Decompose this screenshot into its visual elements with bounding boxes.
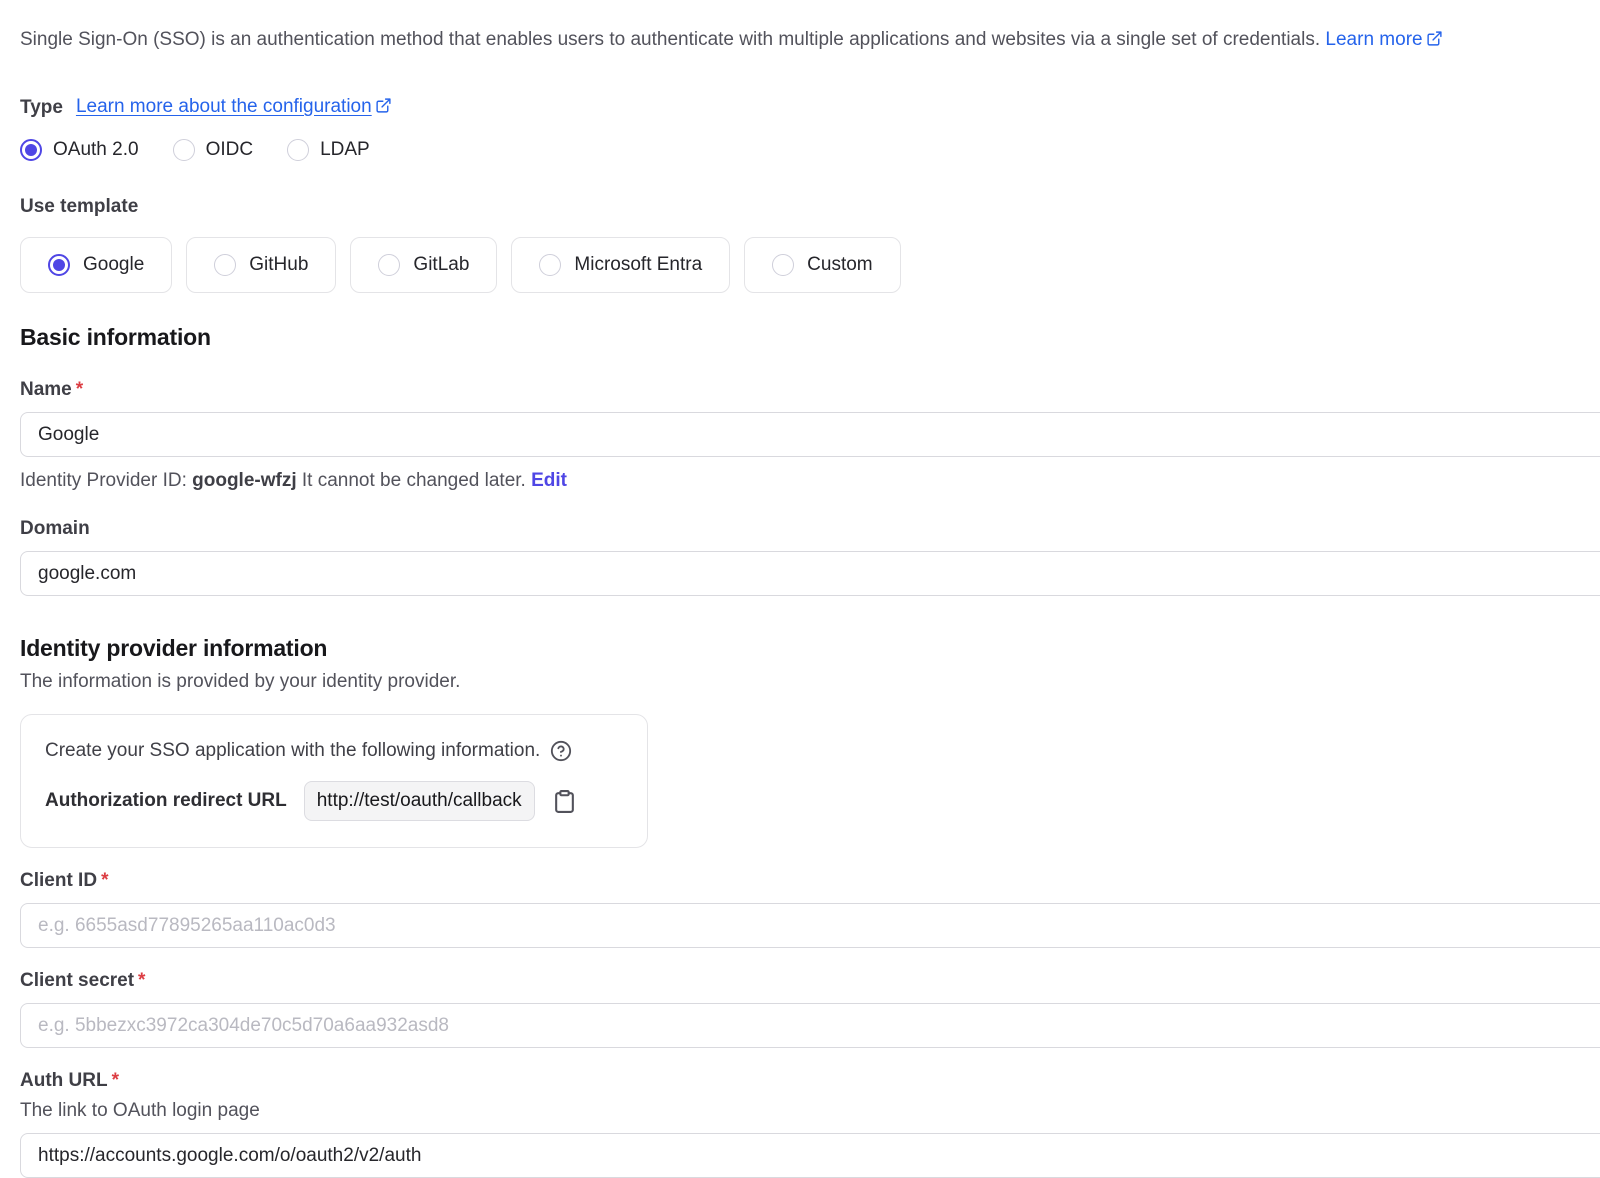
basic-information-heading: Basic information — [20, 324, 1600, 351]
provider-id-value: google-wfzj — [192, 470, 296, 491]
template-card-label: Custom — [807, 254, 872, 276]
domain-field-label: Domain — [20, 518, 1600, 540]
callout-instruction-row: Create your SSO application with the fol… — [45, 740, 623, 762]
client-id-input[interactable] — [20, 903, 1600, 948]
auth-url-label-text: Auth URL — [20, 1070, 108, 1091]
redirect-url-label: Authorization redirect URL — [45, 790, 287, 812]
template-card-gitlab[interactable]: GitLab — [350, 237, 497, 293]
edit-provider-id-link[interactable]: Edit — [531, 470, 567, 491]
sso-description-text: Single Sign-On (SSO) is an authenticatio… — [20, 29, 1320, 50]
client-secret-field-label: Client secret* — [20, 970, 1600, 992]
help-icon[interactable] — [550, 740, 572, 762]
learn-more-label: Learn more — [1325, 29, 1422, 50]
redirect-url-value: http://test/oauth/callback — [304, 781, 535, 821]
radio-selected-icon — [48, 254, 70, 276]
name-input[interactable] — [20, 412, 1600, 457]
radio-option-ldap[interactable]: LDAP — [287, 139, 370, 161]
domain-input[interactable] — [20, 551, 1600, 596]
radio-label: LDAP — [320, 139, 370, 161]
radio-label: OIDC — [206, 139, 254, 161]
name-label-text: Name — [20, 379, 72, 400]
name-field-label: Name* — [20, 379, 1600, 401]
template-card-custom[interactable]: Custom — [744, 237, 900, 293]
external-link-icon — [1426, 28, 1443, 55]
clipboard-icon — [552, 802, 577, 817]
provider-id-note: Identity Provider ID: google-wfzj It can… — [20, 470, 1600, 492]
radio-option-oauth2[interactable]: OAuth 2.0 — [20, 139, 139, 161]
idp-information-heading: Identity provider information — [20, 635, 1600, 662]
radio-option-oidc[interactable]: OIDC — [173, 139, 254, 161]
client-id-label-text: Client ID — [20, 870, 97, 891]
auth-url-input[interactable] — [20, 1133, 1600, 1178]
radio-unselected-icon — [173, 139, 195, 161]
type-radio-group: OAuth 2.0 OIDC LDAP — [20, 139, 1600, 161]
required-asterisk: * — [101, 870, 108, 891]
callout-instruction-text: Create your SSO application with the fol… — [45, 740, 540, 762]
configuration-docs-label: Learn more about the configuration — [76, 96, 372, 117]
external-link-icon — [375, 97, 392, 120]
client-secret-input[interactable] — [20, 1003, 1600, 1048]
type-label: Type — [20, 97, 63, 119]
template-card-label: Microsoft Entra — [574, 254, 702, 276]
radio-label: OAuth 2.0 — [53, 139, 139, 161]
configuration-docs-link[interactable]: Learn more about the configuration — [76, 96, 392, 120]
client-secret-label-text: Client secret — [20, 970, 134, 991]
radio-unselected-icon — [539, 254, 561, 276]
template-card-microsoft-entra[interactable]: Microsoft Entra — [511, 237, 730, 293]
sso-settings-page: { "required_marker": "*", "intro": { "te… — [0, 0, 1600, 1162]
radio-unselected-icon — [287, 139, 309, 161]
auth-url-helper: The link to OAuth login page — [20, 1100, 1600, 1122]
copy-button[interactable] — [552, 789, 577, 814]
template-card-github[interactable]: GitHub — [186, 237, 336, 293]
required-asterisk: * — [112, 1070, 119, 1091]
auth-url-field-label: Auth URL* — [20, 1070, 1600, 1092]
radio-unselected-icon — [214, 254, 236, 276]
client-id-field-label: Client ID* — [20, 870, 1600, 892]
template-card-label: GitHub — [249, 254, 308, 276]
sso-description: Single Sign-On (SSO) is an authenticatio… — [20, 26, 1600, 55]
type-section-header: Type Learn more about the configuration — [20, 96, 1600, 120]
template-card-label: Google — [83, 254, 144, 276]
provider-id-prefix: Identity Provider ID: — [20, 470, 192, 491]
provider-id-suffix: It cannot be changed later. — [297, 470, 532, 491]
sso-app-callout: Create your SSO application with the fol… — [20, 714, 648, 848]
redirect-url-row: Authorization redirect URL http://test/o… — [45, 781, 623, 821]
template-card-google[interactable]: Google — [20, 237, 172, 293]
required-asterisk: * — [138, 970, 145, 991]
radio-unselected-icon — [378, 254, 400, 276]
template-card-group: Google GitHub GitLab Microsoft Entra Cus… — [20, 237, 1600, 293]
learn-more-link[interactable]: Learn more — [1325, 29, 1442, 50]
radio-unselected-icon — [772, 254, 794, 276]
idp-information-subtitle: The information is provided by your iden… — [20, 671, 1600, 693]
template-card-label: GitLab — [413, 254, 469, 276]
required-asterisk: * — [76, 379, 83, 400]
radio-selected-icon — [20, 139, 42, 161]
use-template-label: Use template — [20, 196, 1600, 218]
